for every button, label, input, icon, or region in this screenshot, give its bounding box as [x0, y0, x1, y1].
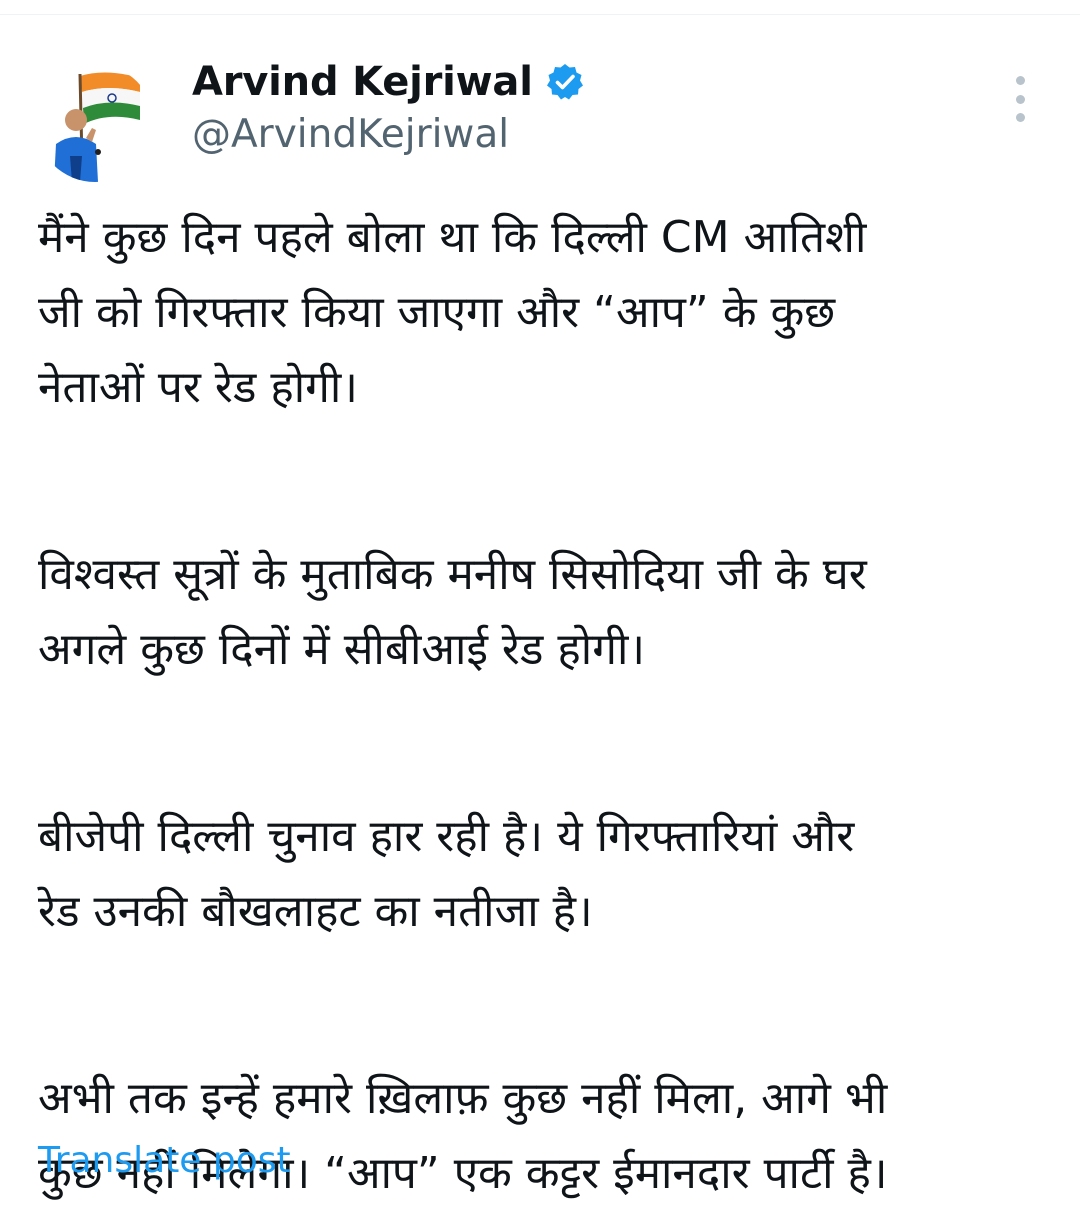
top-divider	[0, 14, 1080, 15]
tweet-paragraph-3: बीजेपी दिल्ली चुनाव हार रही है। ये गिरफ्…	[38, 811, 855, 937]
name-row: Arvind Kejriwal	[192, 54, 585, 110]
tweet-paragraph-1: मैंने कुछ दिन पहले बोला था कि दिल्ली CM …	[38, 212, 867, 413]
more-vertical-icon-dot-3	[1015, 113, 1025, 122]
more-vertical-icon	[1015, 76, 1025, 85]
tweet-author: Arvind Kejriwal @ArvindKejriwal	[192, 54, 585, 174]
author-handle[interactable]: @ArvindKejriwal	[192, 112, 585, 157]
translate-post-link[interactable]: Translate post	[38, 1140, 291, 1181]
author-display-name[interactable]: Arvind Kejriwal	[192, 59, 533, 105]
more-options-button[interactable]	[1004, 76, 1036, 122]
tweet-paragraph-4: अभी तक इन्हें हमारे ख़िलाफ़ कुछ नहीं मिल…	[38, 1073, 888, 1199]
verified-badge-icon[interactable]	[545, 62, 585, 102]
more-vertical-icon-dot-2	[1015, 94, 1025, 104]
tweet-paragraph-2: विश्वस्त सूत्रों के मुताबिक मनीष सिसोदिय…	[38, 549, 867, 675]
tweet-text: मैंने कुछ दिन पहले बोला था कि दिल्ली CM …	[38, 200, 1048, 1211]
profile-avatar[interactable]	[36, 64, 154, 182]
avatar-image	[36, 64, 154, 182]
